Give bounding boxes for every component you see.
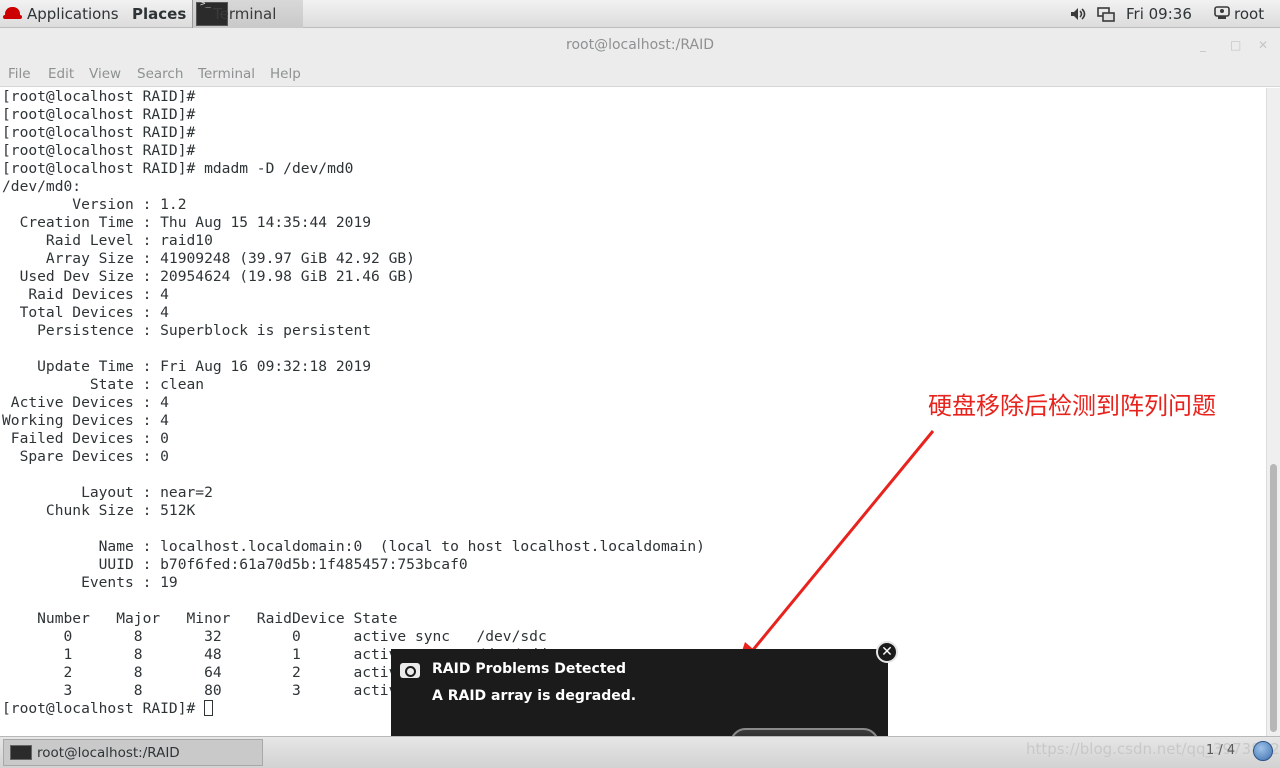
notification-title: RAID Problems Detected: [432, 661, 627, 677]
taskbar-window-button[interactable]: root@localhost:/RAID: [3, 739, 263, 766]
terminal-icon: [10, 745, 32, 760]
workspace-indicator[interactable]: 1 / 4: [1206, 743, 1235, 758]
taskbar-window-label: root@localhost:/RAID: [37, 745, 180, 761]
disk-icon: [400, 663, 420, 678]
notification-close-icon[interactable]: ✕: [876, 641, 898, 663]
workspace-icon[interactable]: [1253, 741, 1273, 761]
watermark-text: https://blog.csdn.net/qq_39738025: [1026, 740, 1280, 758]
notification-body: A RAID array is degraded.: [432, 688, 637, 704]
